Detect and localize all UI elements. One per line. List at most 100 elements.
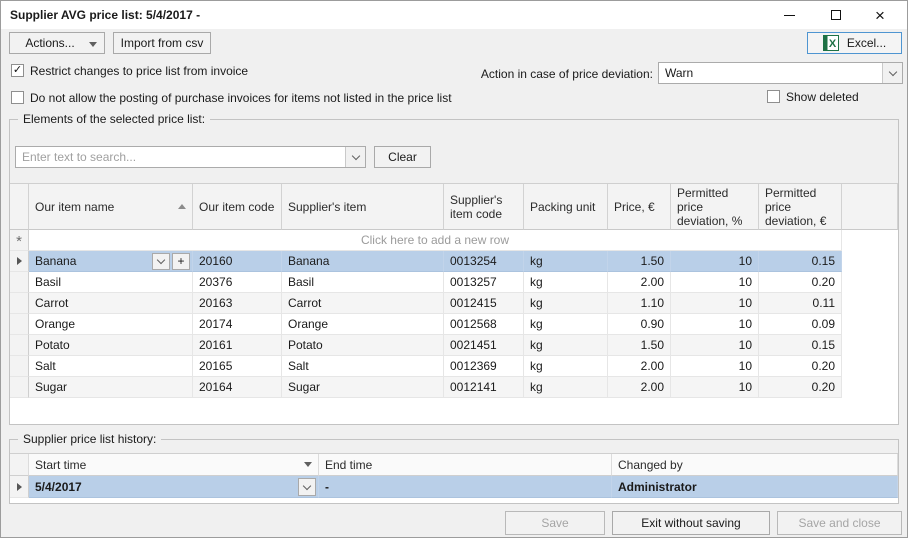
cell-deviation-eur[interactable]: 0.20 [759,377,842,398]
save-and-close-button[interactable]: Save and close [777,511,902,535]
cell-suppliers-item-code[interactable]: 0012141 [444,377,524,398]
cell-suppliers-item-code[interactable]: 0021451 [444,335,524,356]
cell-our-item-name[interactable]: Salt [29,356,193,377]
cell-deviation-pct[interactable]: 10 [671,251,759,272]
cell-price[interactable]: 1.50 [608,335,671,356]
cell-our-item-code[interactable]: 20174 [193,314,282,335]
cell-our-item-name[interactable]: Sugar [29,377,193,398]
column-header-deviation-pct[interactable]: Permitted price deviation, % [671,184,759,230]
cell-packing-unit[interactable]: kg [524,377,608,398]
column-header-suppliers-item[interactable]: Supplier's item [282,184,444,230]
cell-deviation-eur[interactable]: 0.15 [759,335,842,356]
column-header-our-item-name[interactable]: Our item name [29,184,193,230]
row-indicator[interactable] [10,335,29,356]
cell-packing-unit[interactable]: kg [524,251,608,272]
add-new-row[interactable]: Click here to add a new row [29,230,842,251]
cell-our-item-name[interactable]: Potato [29,335,193,356]
item-add-button[interactable]: + [172,253,190,270]
cell-deviation-eur[interactable]: 0.20 [759,356,842,377]
cell-deviation-pct[interactable]: 10 [671,356,759,377]
cell-our-item-name[interactable]: Basil [29,272,193,293]
cell-suppliers-item[interactable]: Banana [282,251,444,272]
cell-deviation-pct[interactable]: 10 [671,314,759,335]
deviation-dropdown-button[interactable] [882,63,902,83]
save-button[interactable]: Save [505,511,605,535]
close-button[interactable]: × [863,1,897,29]
cell-our-item-code[interactable]: 20161 [193,335,282,356]
cell-price[interactable]: 2.00 [608,377,671,398]
column-header-changed-by[interactable]: Changed by [612,454,898,476]
cell-price[interactable]: 1.50 [608,251,671,272]
column-header-suppliers-item-code[interactable]: Supplier's item code [444,184,524,230]
cell-our-item-code[interactable]: 20165 [193,356,282,377]
restrict-changes-checkbox[interactable]: ✓ [11,64,24,77]
cell-suppliers-item[interactable]: Potato [282,335,444,356]
cell-our-item-name[interactable]: Orange [29,314,193,335]
row-indicator[interactable] [10,476,29,498]
exit-without-saving-button[interactable]: Exit without saving [612,511,770,535]
no-posting-checkbox[interactable] [11,91,24,104]
show-deleted-checkbox[interactable] [767,90,780,103]
column-header-end-time[interactable]: End time [319,454,612,476]
cell-deviation-pct[interactable]: 10 [671,377,759,398]
cell-deviation-pct[interactable]: 10 [671,335,759,356]
excel-button[interactable]: X Excel... [807,32,902,54]
search-box[interactable] [15,146,366,168]
cell-end-time[interactable]: - [319,476,612,498]
row-indicator[interactable] [10,272,29,293]
cell-suppliers-item[interactable]: Sugar [282,377,444,398]
actions-button[interactable]: Actions... [9,32,105,54]
cell-suppliers-item-code[interactable]: 0013254 [444,251,524,272]
import-from-csv-button[interactable]: Import from csv [113,32,211,54]
cell-suppliers-item[interactable]: Basil [282,272,444,293]
row-indicator[interactable] [10,356,29,377]
column-header-packing-unit[interactable]: Packing unit [524,184,608,230]
cell-packing-unit[interactable]: kg [524,335,608,356]
clear-button[interactable]: Clear [374,146,431,168]
cell-deviation-eur[interactable]: 0.15 [759,251,842,272]
cell-packing-unit[interactable]: kg [524,272,608,293]
cell-our-item-code[interactable]: 20376 [193,272,282,293]
cell-our-item-code[interactable]: 20160 [193,251,282,272]
cell-deviation-eur[interactable]: 0.11 [759,293,842,314]
search-dropdown-button[interactable] [345,147,365,167]
cell-changed-by[interactable]: Administrator [612,476,898,498]
row-indicator[interactable] [10,293,29,314]
cell-deviation-pct[interactable]: 10 [671,272,759,293]
item-dropdown-button[interactable] [152,253,170,270]
column-header-our-item-code[interactable]: Our item code [193,184,282,230]
cell-suppliers-item-code[interactable]: 0013257 [444,272,524,293]
column-header-deviation-eur[interactable]: Permitted price deviation, € [759,184,842,230]
cell-price[interactable]: 0.90 [608,314,671,335]
cell-price[interactable]: 2.00 [608,272,671,293]
column-header-price[interactable]: Price, € [608,184,671,230]
cell-our-item-code[interactable]: 20164 [193,377,282,398]
cell-suppliers-item[interactable]: Salt [282,356,444,377]
cell-deviation-eur[interactable]: 0.09 [759,314,842,335]
row-indicator[interactable] [10,251,29,272]
row-indicator[interactable] [10,377,29,398]
cell-suppliers-item-code[interactable]: 0012568 [444,314,524,335]
search-input[interactable] [16,147,345,167]
cell-our-item-name[interactable]: Banana + [29,251,193,272]
cell-packing-unit[interactable]: kg [524,314,608,335]
cell-packing-unit[interactable]: kg [524,356,608,377]
cell-our-item-name[interactable]: Carrot [29,293,193,314]
cell-our-item-code[interactable]: 20163 [193,293,282,314]
deviation-action-select[interactable]: Warn [658,62,903,84]
cell-deviation-eur[interactable]: 0.20 [759,272,842,293]
row-indicator[interactable] [10,314,29,335]
column-header-start-time[interactable]: Start time [29,454,319,476]
cell-price[interactable]: 2.00 [608,356,671,377]
cell-suppliers-item-code[interactable]: 0012369 [444,356,524,377]
cell-suppliers-item-code[interactable]: 0012415 [444,293,524,314]
cell-start-time[interactable]: 5/4/2017 [29,476,319,498]
cell-packing-unit[interactable]: kg [524,293,608,314]
minimize-button[interactable] [772,1,806,29]
cell-suppliers-item[interactable]: Orange [282,314,444,335]
maximize-button[interactable] [819,1,853,29]
cell-price[interactable]: 1.10 [608,293,671,314]
start-time-dropdown-button[interactable] [298,478,316,496]
cell-suppliers-item[interactable]: Carrot [282,293,444,314]
cell-deviation-pct[interactable]: 10 [671,293,759,314]
